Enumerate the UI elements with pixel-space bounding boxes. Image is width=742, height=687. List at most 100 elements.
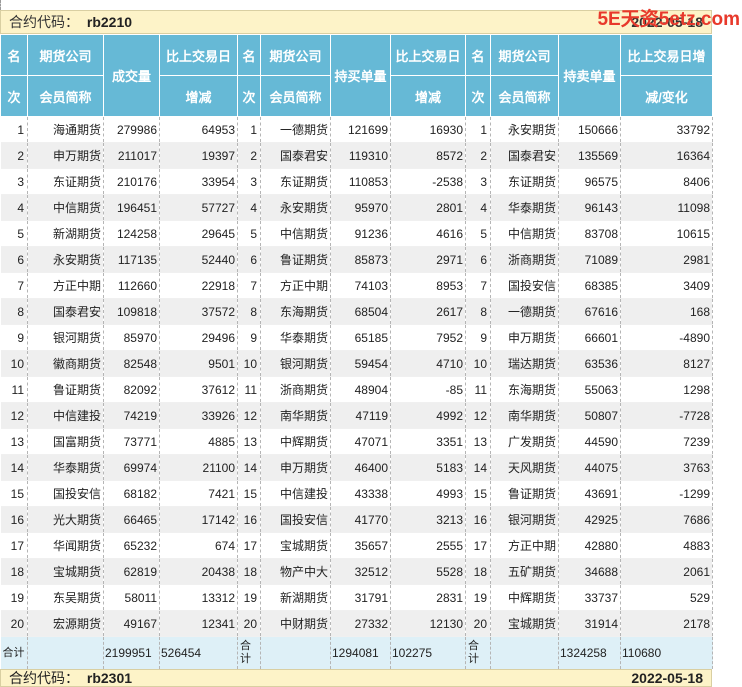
totals-row: 合计 2199951 526454 合计 1294081 102275 合计 1… [0,636,713,669]
table-row: 1 海通期货 279986 64953 1 一德期货 121699 16930 1 永安期货 150… [0,116,713,143]
short-volume-cell: 96575 [558,168,621,195]
short-firm-cell: 瑞达期货 [490,350,559,377]
long-change-cell: 5528 [390,558,466,585]
short-firm-cell: 广发期货 [490,428,559,455]
short-rank-cell: 1 [465,116,491,143]
volume-cell: 112660 [103,272,160,299]
volume-cell: 211017 [103,142,160,169]
short-volume-cell: 83708 [558,220,621,247]
short-firm-cell: 南华期货 [490,402,559,429]
long-volume-cell: 65185 [330,324,391,351]
short-volume-cell: 150666 [558,116,621,143]
volume-firm-cell: 中信建投 [27,402,104,429]
volume-change-cell: 17142 [159,506,238,533]
short-firm-cell: 永安期货 [490,116,559,143]
long-volume-cell: 121699 [330,116,391,143]
long-rank-cell: 15 [237,480,261,507]
next-contract-date: 2022-05-18 [631,670,703,686]
totals-label: 合计 [0,636,28,669]
volume-cell: 66465 [103,506,160,533]
short-change-header: 比上交易日增 [620,34,713,76]
rank-cell: 5 [0,220,28,247]
long-change-cell: 8572 [390,142,466,169]
long-rank-cell: 6 [237,246,261,273]
short-volume-cell: 50807 [558,402,621,429]
firm-header: 期货公司 [27,34,104,76]
rank-cell: 19 [0,584,28,611]
long-change-cell: 12130 [390,610,466,637]
long-firm-cell: 中信期货 [260,220,331,247]
table-row: 6 永安期货 117135 52440 6 鲁证期货 85873 2971 6 浙商期货 71089… [0,246,713,273]
ranking-rows: 1 海通期货 279986 64953 1 一德期货 121699 16930 1 永安期货 150… [0,116,713,637]
long-firm-cell: 申万期货 [260,454,331,481]
short-volume-cell: 42880 [558,532,621,559]
volume-cell: 117135 [103,246,160,273]
long-change-cell: 3213 [390,506,466,533]
table-row: 14 华泰期货 69974 21100 14 申万期货 46400 5183 14 天风期货 440… [0,454,713,481]
long-change-cell: 8953 [390,272,466,299]
long-change-cell: 2831 [390,584,466,611]
long-firm-cell: 物产中大 [260,558,331,585]
long-firm-cell: 东海期货 [260,298,331,325]
volume-cell: 196451 [103,194,160,221]
long-change-cell: 2801 [390,194,466,221]
table-row: 2 申万期货 211017 19397 2 国泰君安 119310 8572 2 国泰君安 1355… [0,142,713,169]
volume-firm-cell: 新湖期货 [27,220,104,247]
short-firm-cell: 一德期货 [490,298,559,325]
long-rank-header: 名 [237,34,261,76]
short-firm-cell: 东海期货 [490,376,559,403]
volume-change-cell: 21100 [159,454,238,481]
long-change-cell: 4993 [390,480,466,507]
table-row: 18 宝城期货 62819 20438 18 物产中大 32512 5528 18 五矿期货 346… [0,558,713,585]
rank-header: 名 [0,34,28,76]
volume-firm-cell: 国泰君安 [27,298,104,325]
volume-change-cell: 29496 [159,324,238,351]
long-volume-cell: 59454 [330,350,391,377]
rank-cell: 17 [0,532,28,559]
short-volume-cell: 66601 [558,324,621,351]
rank-cell: 11 [0,376,28,403]
long-rank-header-bottom: 次 [237,75,261,117]
table-row: 15 国投安信 68182 7421 15 中信建投 43338 4993 15 鲁证期货 4369… [0,480,713,507]
volume-change-cell: 9501 [159,350,238,377]
long-volume-cell: 35657 [330,532,391,559]
short-firm-cell: 浙商期货 [490,246,559,273]
long-volume-cell: 46400 [330,454,391,481]
rank-cell: 18 [0,558,28,585]
rank-cell: 1 [0,116,28,143]
long-volume-cell: 32512 [330,558,391,585]
next-contract-label-group: 合约代码： rb2301 [9,670,132,686]
volume-firm-cell: 徽商期货 [27,350,104,377]
table-row: 9 银河期货 85970 29496 9 华泰期货 65185 7952 9 申万期货 66601-… [0,324,713,351]
volume-change-cell: 37612 [159,376,238,403]
table-row: 11 鲁证期货 82092 37612 11 浙商期货 48904 -85 11 东海期货 5506… [0,376,713,403]
volume-firm-cell: 永安期货 [27,246,104,273]
long-change-cell: 2555 [390,532,466,559]
ranking-page: 合约代码： rb2210 2022-05-18 名 期货公司 成交量 比上交易日… [0,0,713,687]
volume-cell: 82092 [103,376,160,403]
short-change-cell: 8127 [620,350,713,377]
volume-change-cell: 33926 [159,402,238,429]
short-change-cell: -1299 [620,480,713,507]
long-firm-cell: 国泰君安 [260,142,331,169]
long-firm-cell: 东证期货 [260,168,331,195]
table-row: 7 方正中期 112660 22918 7 方正中期 74103 8953 7 国投安信 68385… [0,272,713,299]
short-firm-cell: 国泰君安 [490,142,559,169]
table-row: 5 新湖期货 124258 29645 5 中信期货 91236 4616 5 中信期货 83708… [0,220,713,247]
long-volume-cell: 74103 [330,272,391,299]
table-row: 10 徽商期货 82548 9501 10 银河期货 59454 4710 10 瑞达期货 6353… [0,350,713,377]
next-contract-label: 合约代码： [9,670,79,686]
volume-change-header: 比上交易日 [159,34,238,76]
long-volume-cell: 31791 [330,584,391,611]
long-firm-cell: 中辉期货 [260,428,331,455]
volume-change-cell: 7421 [159,480,238,507]
short-volume-cell: 96143 [558,194,621,221]
table-row: 3 东证期货 210176 33954 3 东证期货 110853 -2538 3 东证期货 965… [0,168,713,195]
totals-spacer [260,636,331,669]
totals-spacer [490,636,559,669]
long-rank-cell: 5 [237,220,261,247]
long-rank-cell: 18 [237,558,261,585]
rank-header-bottom: 次 [0,75,28,117]
volume-cell: 69974 [103,454,160,481]
long-rank-cell: 1 [237,116,261,143]
